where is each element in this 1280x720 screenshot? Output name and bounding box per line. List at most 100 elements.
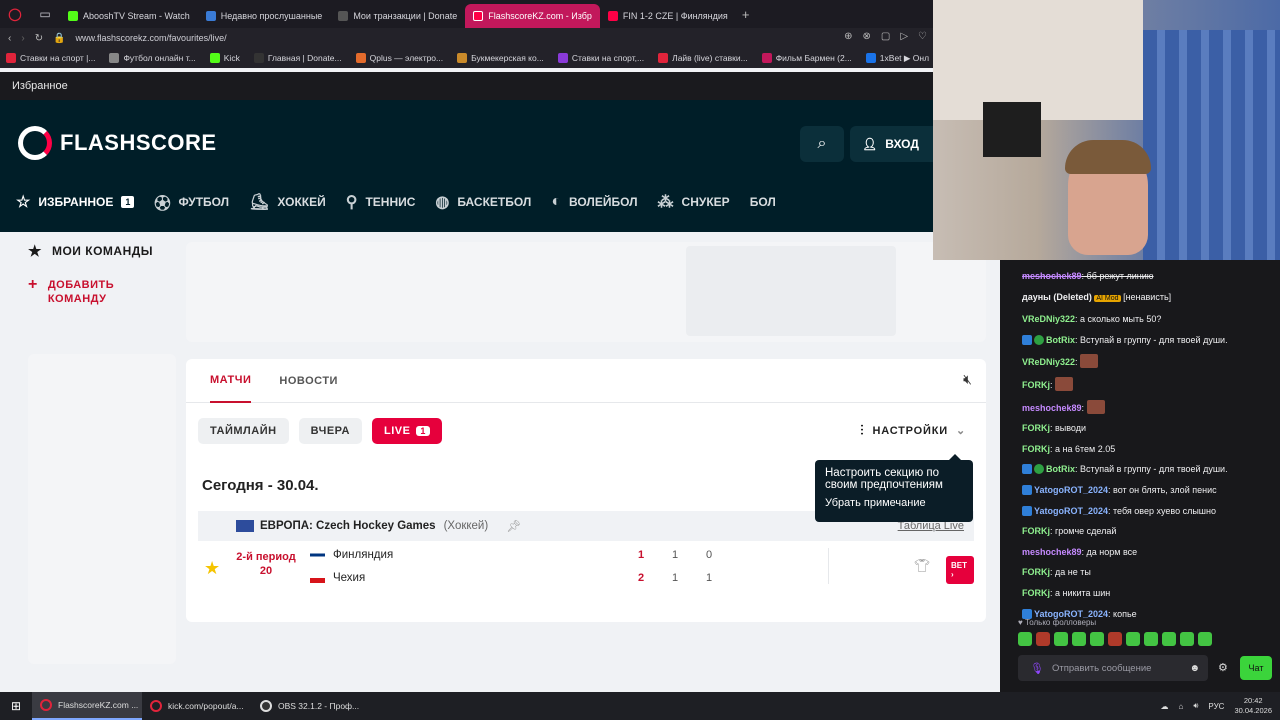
reload-icon[interactable]: ↻	[35, 33, 43, 44]
snapshot-icon[interactable]: ▢	[881, 31, 890, 42]
browser-tab-0[interactable]: AbooshTV Stream - Watch	[60, 4, 198, 28]
favorite-star-icon[interactable]: ★	[204, 558, 220, 579]
match-row[interactable]: ★ 2-й период 20 Финляндия Чехия 1 2 1 0 …	[198, 544, 974, 590]
bookmark-8[interactable]: Фильм Бармен (2...	[761, 53, 852, 63]
dismiss-tooltip-link[interactable]: Убрать примечание	[825, 497, 963, 509]
emoji-icon[interactable]: ☻	[1189, 663, 1200, 674]
emote-icon[interactable]	[1126, 632, 1140, 646]
url-field[interactable]: www.flashscorekz.com/favourites/live/	[76, 33, 227, 43]
chat-username[interactable]: FORKj	[1022, 588, 1050, 598]
chat-username[interactable]: meshochek89	[1022, 271, 1082, 281]
sound-mute-icon[interactable]: 🔇︎	[963, 371, 972, 388]
new-tab-icon[interactable]: +	[736, 7, 756, 22]
emote-icon[interactable]	[1108, 632, 1122, 646]
timeline-button[interactable]: ТАЙМЛАЙН	[198, 418, 289, 444]
taskbar-item-obs[interactable]: OBS 32.1.2 - Проф...	[252, 692, 362, 720]
verified-badge-icon	[1034, 334, 1044, 345]
chat-username[interactable]: FORKj	[1022, 526, 1050, 536]
chat-input[interactable]: 🎙︎ Отправить сообщение ☻	[1018, 655, 1208, 681]
pin-icon[interactable]: 📌︎	[506, 519, 521, 533]
chat-username[interactable]: дауны (Deleted)	[1022, 292, 1092, 302]
search-button[interactable]: ⌕	[800, 126, 844, 162]
login-button[interactable]: 👤︎ ВХОД	[850, 126, 933, 162]
bookmark-6[interactable]: Ставки на спорт,...	[557, 53, 644, 63]
lineup-shirt-icon[interactable]: 👕︎	[914, 558, 931, 574]
bookmark-4[interactable]: Qplus — электро...	[355, 53, 443, 63]
bookmark-2[interactable]: Kick	[209, 53, 240, 63]
tab-matches[interactable]: МАТЧИ	[210, 359, 252, 403]
chat-username[interactable]: YatogoROT_2024	[1034, 506, 1108, 516]
clock[interactable]: 20:42 30.04.2026	[1234, 696, 1272, 716]
bet-button[interactable]: BET ›	[946, 556, 974, 584]
browser-tab-1[interactable]: Недавно прослушанные	[198, 4, 331, 28]
tab-overview-icon[interactable]: ▭	[30, 0, 60, 28]
bookmark-9[interactable]: 1xBet ▶ Онл	[865, 53, 929, 64]
bookmark-1[interactable]: Футбол онлайн т...	[109, 53, 196, 63]
chat-send-button[interactable]: Чат	[1240, 656, 1272, 680]
nav-tennis[interactable]: ⚲ ТЕННИС	[336, 192, 426, 212]
czech-flag-icon	[310, 573, 325, 583]
language-indicator[interactable]: РУС	[1208, 702, 1224, 711]
emote-icon[interactable]	[1144, 632, 1158, 646]
chat-username[interactable]: YatogoROT_2024	[1034, 485, 1108, 495]
back-icon[interactable]: ‹	[8, 33, 11, 44]
emote-icon[interactable]	[1090, 632, 1104, 646]
windows-start-icon[interactable]: ⊞	[0, 692, 32, 720]
chat-username[interactable]: FORKj	[1022, 444, 1050, 454]
forward-icon[interactable]: ›	[21, 33, 24, 44]
chat-username[interactable]: BotRix	[1046, 335, 1075, 345]
opera-menu-icon[interactable]: ◯	[0, 0, 30, 28]
bookmark-3[interactable]: Главная | Donate...	[253, 53, 342, 63]
address-bar: ‹ › ↻ 🔒 www.flashscorekz.com/favourites/…	[0, 28, 933, 48]
microphone-icon[interactable]: 🎙︎	[1030, 662, 1044, 675]
emote-icon[interactable]	[1054, 632, 1068, 646]
play-icon[interactable]: ▷	[900, 31, 908, 42]
zoom-icon[interactable]: ⊕	[844, 31, 852, 42]
emote-icon[interactable]	[1180, 632, 1194, 646]
nav-more[interactable]: БОЛ	[740, 195, 786, 209]
chat-username[interactable]: VReDNiy322	[1022, 357, 1075, 367]
share-icon[interactable]: ⊗	[862, 31, 870, 42]
bookmark-5[interactable]: Букмекерская ко...	[457, 53, 544, 63]
chat-username[interactable]: FORKj	[1022, 567, 1050, 577]
nav-snooker[interactable]: ⁂ СНУКЕР	[648, 192, 740, 212]
taskbar-item-kick[interactable]: kick.com/popout/a...	[142, 692, 252, 720]
date-heading: Сегодня - 30.04.	[202, 477, 319, 494]
emote-icon[interactable]	[1162, 632, 1176, 646]
yesterday-button[interactable]: ВЧЕРА	[298, 418, 362, 444]
settings-button[interactable]: ⫶ НАСТРОЙКИ ⌄	[860, 422, 966, 439]
live-button[interactable]: LIVE 1	[371, 418, 442, 444]
browser-tab-4[interactable]: FIN 1-2 CZE | Финляндия	[600, 4, 736, 28]
network-icon[interactable]: ⌂	[1179, 702, 1184, 711]
add-team-link[interactable]: + ДОБАВИТЬ КОМАНДУ	[28, 277, 178, 306]
nav-football[interactable]: ⚽︎ ФУТБОЛ	[144, 190, 239, 214]
flashscore-logo[interactable]: FLASHSCORE	[18, 126, 217, 160]
cloud-icon[interactable]: ☁	[1161, 702, 1169, 711]
nav-favorites[interactable]: ☆ ИЗБРАННОЕ 1	[0, 192, 144, 212]
chat-settings-icon[interactable]: ⚙	[1218, 661, 1228, 674]
chat-username[interactable]: BotRix	[1046, 464, 1075, 474]
volume-icon[interactable]: 🔊︎	[1193, 701, 1198, 711]
taskbar-item-flashscore[interactable]: FlashscoreKZ.com ...	[32, 692, 142, 720]
nav-volleyball[interactable]: ◐ ВОЛЕЙБОЛ	[541, 193, 647, 211]
flashscore-logo-icon	[18, 126, 52, 160]
emote-icon[interactable]	[1198, 632, 1212, 646]
tab-news[interactable]: НОВОСТИ	[279, 359, 338, 403]
bookmark-7[interactable]: Лайв (live) ставки...	[658, 53, 748, 63]
chat-message: BotRix: Вступай в группу - для твоей душ…	[1022, 463, 1274, 475]
chat-username[interactable]: YatogoROT_2024	[1034, 609, 1108, 619]
chat-username[interactable]: VReDNiy322	[1022, 314, 1075, 324]
browser-tab-3[interactable]: FlashscoreKZ.com - Избр	[465, 4, 600, 28]
heart-icon[interactable]: ♡	[918, 31, 927, 42]
emote-icon[interactable]	[1036, 632, 1050, 646]
chat-username[interactable]: meshochek89	[1022, 547, 1082, 557]
browser-tab-2[interactable]: Мои транзакции | Donate	[330, 4, 465, 28]
bookmark-0[interactable]: Ставки на спорт |...	[6, 53, 95, 63]
nav-basketball[interactable]: ◍ БАСКЕТБОЛ	[425, 192, 541, 212]
chat-username[interactable]: meshochek89	[1022, 403, 1082, 413]
chat-username[interactable]: FORKj	[1022, 380, 1050, 390]
emote-icon[interactable]	[1072, 632, 1086, 646]
chat-username[interactable]: FORKj	[1022, 423, 1050, 433]
nav-hockey[interactable]: ⛸︎ ХОККЕЙ	[239, 192, 336, 212]
emote-icon[interactable]	[1018, 632, 1032, 646]
